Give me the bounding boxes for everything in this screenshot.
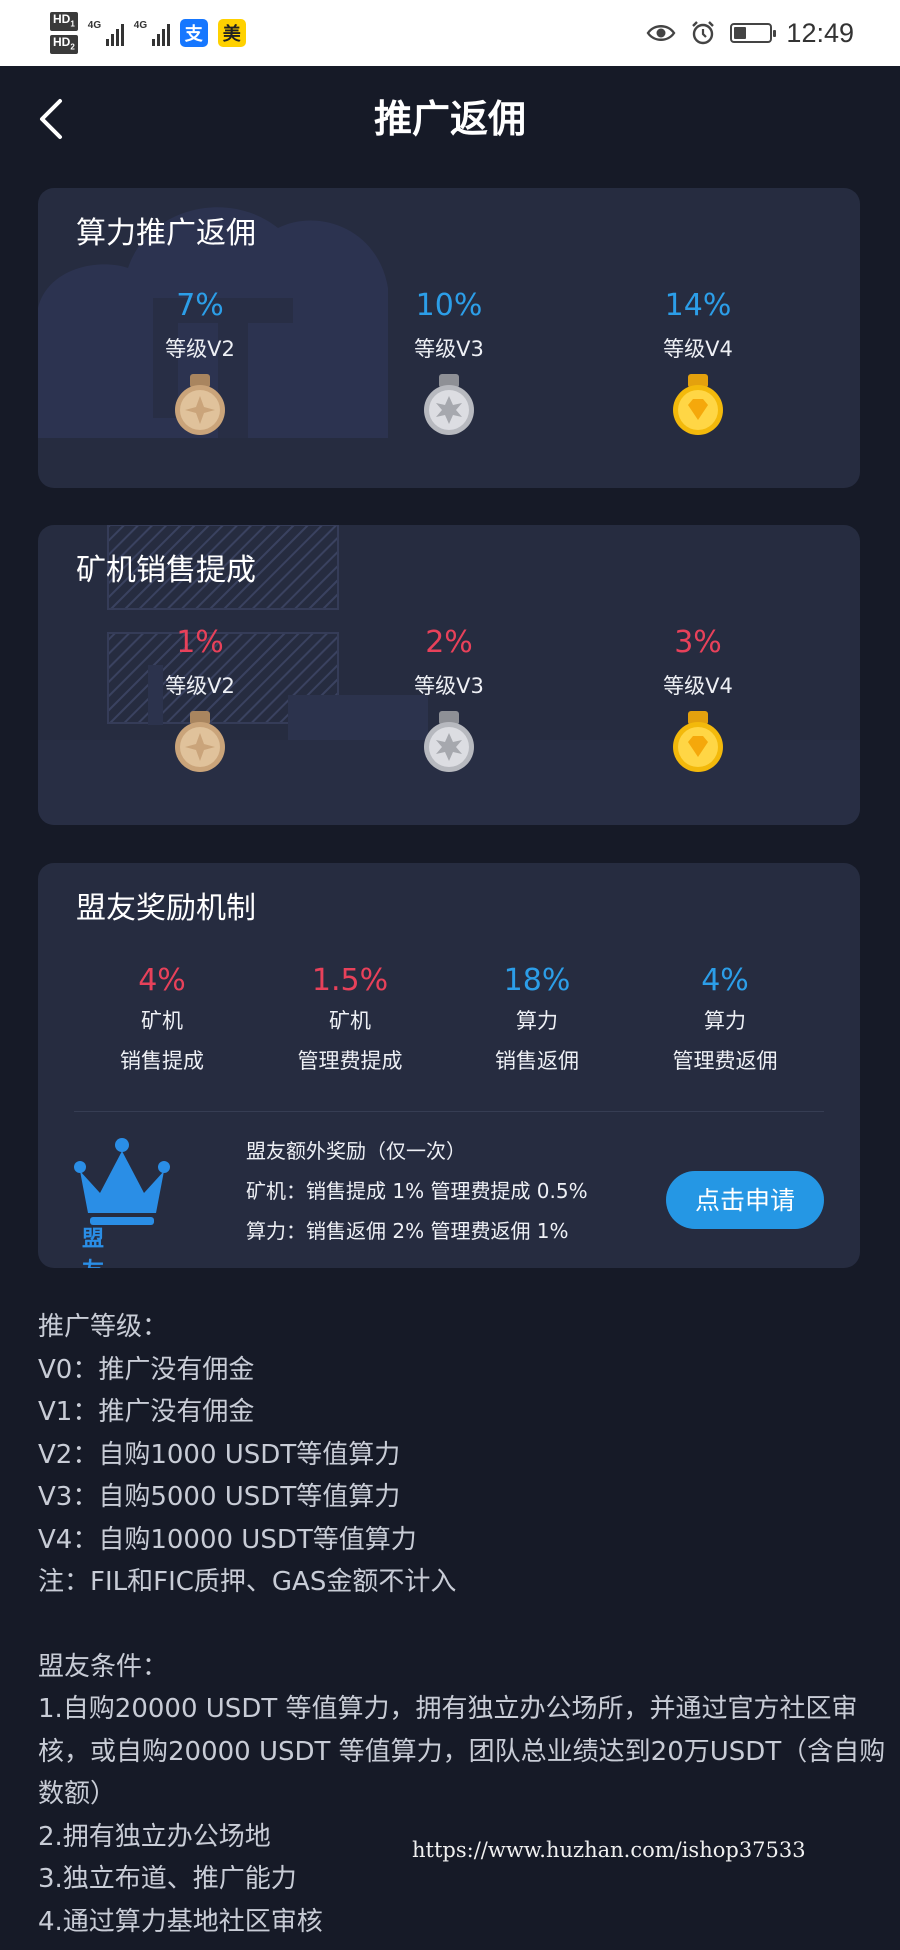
level-line: V3：自购5000 USDT等值算力 (38, 1482, 401, 1512)
ally-power-management: 4% 算力 管理费返佣 (630, 961, 820, 1081)
signal-icon-sim2: 4G (134, 20, 170, 46)
condition-line: 3.独立布道、推广能力 (38, 1864, 297, 1894)
gold-medal-icon (668, 711, 728, 773)
apply-button[interactable]: 点击申请 (666, 1171, 824, 1229)
alliance-rewards-card: 盟友奖励机制 4% 矿机 销售提成 1.5% 矿机 管理费提成 18% 算力 销… (38, 863, 860, 1268)
battery-icon (730, 23, 777, 43)
clock: 12:49 (786, 17, 854, 48)
alarm-icon (692, 21, 715, 45)
ally-type: 销售返佣 (495, 1049, 579, 1073)
tier-level: 等级V4 (663, 674, 733, 698)
tier-percent: 1% (176, 625, 224, 660)
tier-level: 等级V3 (414, 337, 484, 361)
ally-type: 销售提成 (120, 1049, 204, 1073)
level-line: V2：自购1000 USDT等值算力 (38, 1439, 401, 1470)
tier-level: 等级V4 (663, 337, 733, 361)
tier-v3: 10% 等级V3 (324, 286, 574, 436)
conditions-heading: 盟友条件： (38, 1651, 169, 1682)
ally-type: 管理费返佣 (672, 1049, 778, 1073)
bronze-medal-icon (170, 374, 230, 436)
ally-percent: 18% (503, 963, 571, 998)
level-line: V0：推广没有佣金 (38, 1354, 255, 1385)
divider (74, 1111, 824, 1112)
tier-percent: 7% (176, 288, 224, 323)
status-left: HD1 HD2 4G 4G 支 美 (50, 10, 246, 56)
condition-line: 1.自购20000 USDT 等值算力，拥有独立办公场所，并通过官方社区审核，或… (38, 1694, 886, 1809)
status-right: 12:49 (646, 12, 854, 54)
page-title: 推广返佣 (373, 97, 526, 141)
ally-category: 矿机 (141, 1009, 183, 1033)
tier-level: 等级V2 (165, 337, 235, 361)
ally-type: 管理费提成 (297, 1049, 403, 1073)
tier-percent: 2% (425, 625, 473, 660)
tier-v2: 7% 等级V2 (75, 286, 325, 436)
silver-medal-icon (419, 711, 479, 773)
tier-percent: 14% (664, 288, 732, 323)
miner-sales-commission-title: 矿机销售提成 (76, 553, 256, 588)
bonus-miner: 矿机：销售提成 1% 管理费提成 0.5% (246, 1179, 588, 1203)
hd-indicators: HD1 HD2 (50, 11, 78, 55)
signal-icon-sim1: 4G (88, 20, 124, 46)
alliance-rewards-title: 盟友奖励机制 (76, 891, 256, 926)
tier-v3: 2% 等级V3 (324, 623, 574, 773)
alipay-icon: 支 (179, 19, 208, 47)
ally-power-sales: 18% 算力 销售返佣 (442, 961, 632, 1081)
tier-level: 等级V3 (414, 674, 484, 698)
status-bar: HD1 HD2 4G 4G 支 美 12:49 (0, 0, 900, 66)
condition-line: 4.通过算力基地社区审核 (38, 1906, 323, 1937)
ally-category: 算力 (516, 1009, 558, 1033)
silver-medal-icon (419, 374, 479, 436)
hd1-badge: HD1 (50, 11, 78, 31)
ally-percent: 1.5% (311, 963, 389, 998)
tier-level: 等级V2 (165, 674, 235, 698)
ally-percent: 4% (138, 963, 186, 998)
tier-v2: 1% 等级V2 (75, 623, 325, 773)
miner-sales-commission-card: 矿机销售提成 1% 等级V2 2% 等级V3 3% 等级V4 (38, 525, 860, 825)
hd2-badge: HD2 (50, 35, 78, 55)
level-line: V1：推广没有佣金 (38, 1397, 255, 1427)
hash-power-commission-card: 算力推广返佣 7% 等级V2 10% 等级V3 14% 等级V4 (38, 188, 860, 488)
level-note: 注：FIL和FIC质押、GAS金额不计入 (38, 1567, 457, 1597)
watermark-text: https://www.huzhan.com/ishop37533 (412, 1838, 806, 1862)
hash-power-commission-title: 算力推广返佣 (76, 216, 256, 251)
bronze-medal-icon (170, 711, 230, 773)
ally-badge-label: 盟 友 (82, 1227, 127, 1268)
bonus-power: 算力：销售返佣 2% 管理费返佣 1% (246, 1219, 569, 1243)
ally-category: 矿机 (329, 1009, 371, 1033)
tier-percent: 10% (415, 288, 483, 323)
tier-percent: 3% (674, 625, 722, 660)
bonus-title: 盟友额外奖励（仅一次） (246, 1139, 466, 1163)
tier-v4: 3% 等级V4 (573, 623, 823, 773)
tier-v4: 14% 等级V4 (573, 286, 823, 436)
meituan-icon: 美 (217, 19, 246, 47)
gold-medal-icon (668, 374, 728, 436)
level-line: V4：自购10000 USDT等值算力 (38, 1524, 417, 1555)
ally-category: 算力 (704, 1009, 746, 1033)
eye-icon (646, 25, 676, 41)
ally-bonus-text: 盟友额外奖励（仅一次） 矿机：销售提成 1% 管理费提成 0.5% 算力：销售返… (246, 1131, 588, 1251)
ally-miner-sales: 4% 矿机 销售提成 (67, 961, 257, 1081)
ally-percent: 4% (701, 963, 749, 998)
ally-miner-management: 1.5% 矿机 管理费提成 (255, 961, 445, 1081)
levels-heading: 推广等级： (38, 1312, 169, 1342)
